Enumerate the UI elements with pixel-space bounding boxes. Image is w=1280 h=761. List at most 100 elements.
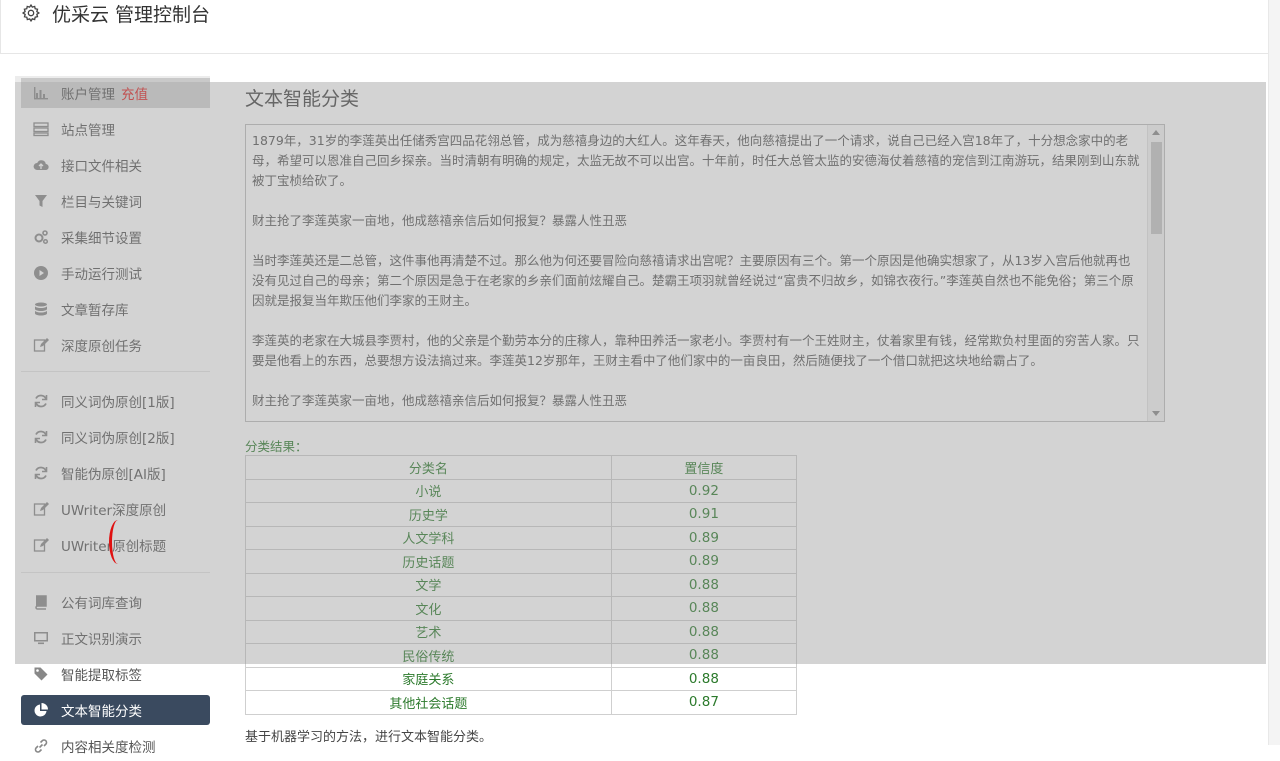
sidebar-item-deep-original-task[interactable]: 深度原创任务 [21,330,210,360]
cursor-marker-icon [109,520,127,564]
scroll-up-arrow-icon[interactable] [1152,130,1160,135]
scroll-thumb[interactable] [1151,142,1162,234]
text-input-area[interactable]: 1879年，31岁的李莲英出任储秀宫四品花翎总管，成为慈禧身边的大红人。这年春天… [245,124,1165,422]
sidebar-item-label: 智能伪原创[AI版] [61,467,166,483]
confidence-cell: 0.88 [610,572,798,597]
confidence-cell: 0.89 [610,549,798,574]
confidence-cell: 0.88 [610,666,798,691]
refresh-icon [33,465,49,481]
table-row: 小说 0.92 [245,478,798,503]
table-row: 文化 0.88 [245,596,798,621]
sidebar-divider [21,371,210,372]
gear-icon [21,3,41,23]
sidebar-item-relevance-check[interactable]: 内容相关度检测 [21,731,210,761]
link-icon [33,738,49,754]
table-header-row: 分类名 置信度 [245,455,798,480]
sidebar-item-label: 文章暂存库 [61,303,129,319]
sidebar-item-label: 站点管理 [61,123,115,139]
category-cell: 家庭关系 [245,666,612,691]
sidebar-item-label: 同义词伪原创[1版] [61,395,175,411]
sidebar-item-text-recognition[interactable]: 正文识别演示 [21,623,210,653]
app-title: 优采云 管理控制台 [52,4,211,26]
sidebar-item-label: 正文识别演示 [61,632,142,648]
category-cell: 小说 [245,478,612,503]
database-icon [33,301,49,317]
page-title: 文本智能分类 [245,88,360,110]
sidebar-item-interface-files[interactable]: 接口文件相关 [21,150,210,180]
edit-icon [33,537,49,553]
confidence-cell: 0.87 [610,690,798,715]
page-scrollbar[interactable] [1268,0,1280,745]
column-header-confidence: 置信度 [610,455,798,480]
cogs-icon [33,229,49,245]
table-row: 家庭关系 0.88 [245,666,798,691]
sidebar-item-article-storage[interactable]: 文章暂存库 [21,294,210,324]
edit-icon [33,501,49,517]
confidence-cell: 0.88 [610,619,798,644]
confidence-cell: 0.89 [610,525,798,550]
sidebar-item-text-classify[interactable]: 文本智能分类 [21,695,210,725]
text-input-content: 1879年，31岁的李莲英出任储秀宫四品花翎总管，成为慈禧身边的大红人。这年春天… [252,133,1140,408]
table-row: 历史话题 0.89 [245,549,798,574]
sidebar-item-label: UWriter深度原创 [61,503,167,519]
column-header-category: 分类名 [245,455,612,480]
sidebar-item-sites[interactable]: 站点管理 [21,114,210,144]
category-cell: 艺术 [245,619,612,644]
sidebar-divider [21,572,210,573]
sidebar-item-columns-keywords[interactable]: 栏目与关键词 [21,186,210,216]
tag-icon [33,666,49,682]
pie-chart-icon [33,702,49,718]
refresh-icon [33,429,49,445]
sidebar-item-label: 文本智能分类 [61,704,142,720]
sidebar-item-manual-run[interactable]: 手动运行测试 [21,258,210,288]
table-row: 文学 0.88 [245,572,798,597]
category-cell: 人文学科 [245,525,612,550]
sidebar-item-label: 深度原创任务 [61,339,142,355]
category-cell: 历史学 [245,502,612,527]
sidebar-item-collect-settings[interactable]: 采集细节设置 [21,222,210,252]
sidebar-item-public-lexicon[interactable]: 公有词库查询 [21,587,210,617]
cloud-upload-icon [33,157,49,173]
category-cell: 其他社会话题 [245,690,612,715]
scroll-down-arrow-icon[interactable] [1152,411,1160,416]
sidebar-item-tag-extract[interactable]: 智能提取标签 [21,659,210,689]
sidebar-item-ai-rewrite[interactable]: 智能伪原创[AI版] [21,458,210,488]
category-cell: 文化 [245,596,612,621]
sidebar-item-label: 内容相关度检测 [61,740,156,756]
sidebar-item-synonym-v1[interactable]: 同义词伪原创[1版] [21,386,210,416]
sidebar-item-label: 栏目与关键词 [61,195,142,211]
refresh-icon [33,393,49,409]
sidebar-item-label: 公有词库查询 [61,596,142,612]
recharge-link[interactable]: 充值 [121,83,148,103]
sidebar-item-synonym-v2[interactable]: 同义词伪原创[2版] [21,422,210,452]
confidence-cell: 0.91 [610,502,798,527]
sidebar-item-label: 同义词伪原创[2版] [61,431,175,447]
result-label: 分类结果： [245,439,308,454]
sidebar-item-label: 接口文件相关 [61,159,142,175]
table-row: 艺术 0.88 [245,619,798,644]
sidebar-item-label: 智能提取标签 [61,668,142,684]
server-icon [33,121,49,137]
play-circle-icon [33,265,49,281]
monitor-icon [33,630,49,646]
filter-icon [33,193,49,209]
table-row: 民俗传统 0.88 [245,643,798,668]
confidence-cell: 0.92 [610,478,798,503]
table-row: 历史学 0.91 [245,502,798,527]
sidebar-item-label: 账户管理 [61,87,115,103]
confidence-cell: 0.88 [610,596,798,621]
footer-description: 基于机器学习的方法，进行文本智能分类。 [245,730,493,745]
bar-chart-icon [33,85,49,101]
category-cell: 文学 [245,572,612,597]
app-header: 优采云 管理控制台 [0,0,1268,54]
confidence-cell: 0.88 [610,643,798,668]
category-cell: 历史话题 [245,549,612,574]
sidebar-item-label: 采集细节设置 [61,231,142,247]
book-icon [33,594,49,610]
table-row: 其他社会话题 0.87 [245,690,798,715]
sidebar-item-account[interactable]: 账户管理 充值 [21,78,210,108]
classification-results-table: 分类名 置信度 小说 0.92 历史学 0.91 人文学科 0.89 历史话题 0.89… [245,455,798,715]
category-cell: 民俗传统 [245,643,612,668]
textarea-scrollbar[interactable] [1147,125,1164,421]
edit-icon [33,337,49,353]
